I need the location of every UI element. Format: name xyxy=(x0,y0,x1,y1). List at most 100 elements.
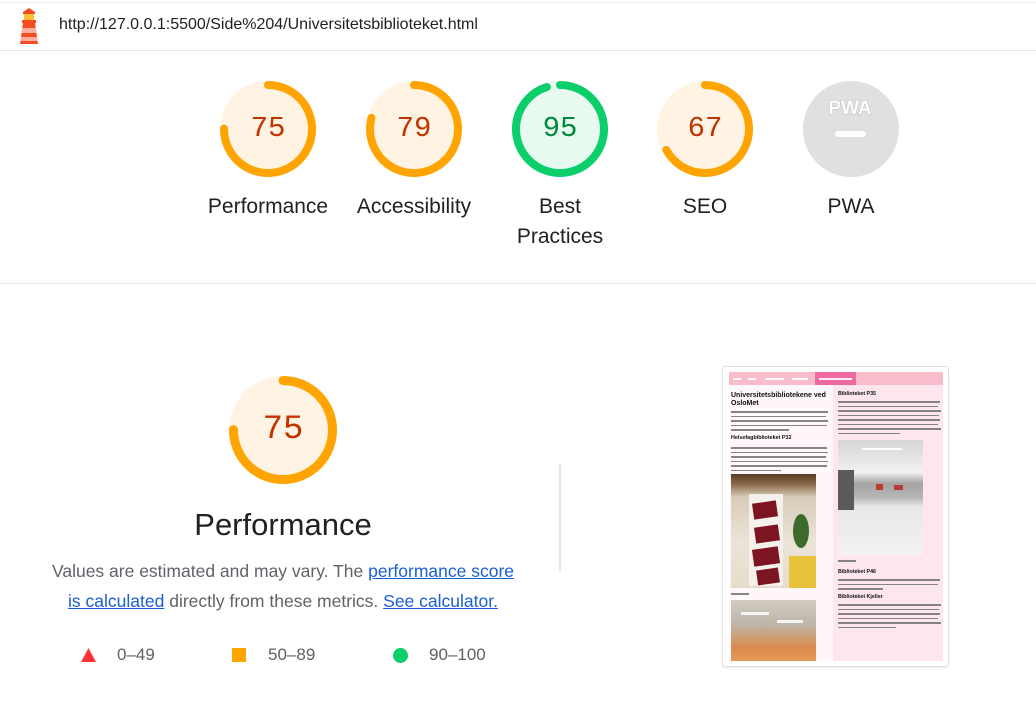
screenshot-text-line xyxy=(731,456,826,458)
gauge-score: 75 xyxy=(250,112,286,145)
gauge-label: SEO xyxy=(682,195,728,218)
gauge-score: 95 xyxy=(542,112,578,145)
screenshot-nav-item-active xyxy=(815,372,856,385)
pwa-badge-text: PWA xyxy=(828,98,872,119)
screenshot-text-line xyxy=(838,626,896,628)
screenshot-text-line xyxy=(838,401,940,403)
photo-shelf xyxy=(838,470,854,510)
average-square-icon xyxy=(232,648,246,662)
screenshot-nav-item xyxy=(765,377,784,380)
gauge-seo[interactable]: 67 SEO xyxy=(632,81,778,253)
screenshot-text-line xyxy=(731,429,789,431)
link-text: performance score xyxy=(368,561,515,581)
screenshot-text-line xyxy=(838,617,938,619)
gauge-ring-wrap: PWA xyxy=(803,81,899,177)
screenshot-heading-p32: Helsefagbiblioteket P32 xyxy=(731,435,792,441)
screenshot-heading-p35: Biblioteket P35 xyxy=(838,391,876,397)
screenshot-text-line xyxy=(838,419,940,421)
performance-title: Performance xyxy=(194,507,372,542)
final-screenshot-thumbnail[interactable]: Universitetsbibliotekene ved OsloMet Hel… xyxy=(722,366,949,667)
see-calculator-link[interactable]: See calculator. xyxy=(383,591,498,611)
screenshot-text-line xyxy=(838,423,938,425)
photo-book xyxy=(752,500,778,520)
performance-score: 75 xyxy=(262,411,304,449)
legend-range-fail: 0–49 xyxy=(117,645,155,664)
photo-wall xyxy=(789,556,816,588)
gauge-performance[interactable]: 75 Performance xyxy=(195,81,341,253)
gauge-label: Accessibility xyxy=(356,195,472,218)
screenshot-text-line xyxy=(838,405,938,407)
gauge-best-practices[interactable]: 95 Best Practices xyxy=(487,81,633,253)
screenshot-nav-item xyxy=(748,377,756,380)
gauge-ring-wrap: 79 xyxy=(366,81,462,177)
fail-triangle-icon xyxy=(81,648,96,662)
gauge-pwa[interactable]: PWA PWA xyxy=(778,81,924,253)
photo-light xyxy=(741,612,769,615)
performance-gauge[interactable]: 75 xyxy=(229,376,337,484)
screenshot-text-line xyxy=(731,469,781,471)
screenshot-text-line xyxy=(838,579,940,581)
screenshot-nav-item-label xyxy=(819,377,852,380)
screenshot-nav-item xyxy=(733,377,741,380)
screenshot-page: Universitetsbibliotekene ved OsloMet Hel… xyxy=(729,372,943,661)
screenshot-text-line xyxy=(731,460,828,462)
pass-circle-icon xyxy=(393,648,408,663)
legend-range-average: 50–89 xyxy=(268,645,316,664)
screenshot-text-line xyxy=(731,447,827,449)
screenshot-text-line xyxy=(731,411,828,413)
report-header: http://127.0.0.1:5500/Side%204/Universit… xyxy=(0,2,1036,51)
photo-book xyxy=(751,546,781,567)
photo-plant xyxy=(793,514,809,548)
description-text: Values are estimated and may vary. The xyxy=(51,561,369,581)
gauge-score: 79 xyxy=(396,112,432,145)
screenshot-text-line xyxy=(838,604,941,606)
screenshot-text-line xyxy=(838,414,939,416)
screenshot-text-line xyxy=(731,451,828,453)
photo-light xyxy=(777,620,803,623)
pwa-na-dash xyxy=(835,131,866,137)
screenshot-text-line xyxy=(731,415,826,417)
lighthouse-icon xyxy=(20,8,38,44)
gauge-ring-wrap: 75 xyxy=(220,81,316,177)
screenshot-text-line xyxy=(838,428,941,430)
screenshot-page-title: Universitetsbibliotekene ved OsloMet xyxy=(731,392,826,407)
screenshot-text-line xyxy=(838,608,939,610)
section-divider xyxy=(559,463,561,571)
screenshot-text-line xyxy=(838,588,883,590)
screenshot-photo-books xyxy=(731,474,816,588)
screenshot-text-line xyxy=(838,583,938,585)
gauge-label: PWA xyxy=(827,195,875,218)
screenshot-photo-library-interior xyxy=(838,440,923,555)
photo-item xyxy=(894,485,903,490)
screenshot-text-line xyxy=(731,593,749,595)
screenshot-heading-p46: Biblioteket P46 xyxy=(838,569,876,575)
screenshot-text-line xyxy=(731,420,828,422)
description-text: directly from these metrics. xyxy=(164,591,384,611)
screenshot-text-line xyxy=(838,560,856,562)
link-text: is calculated xyxy=(68,591,165,611)
screenshot-text-line xyxy=(838,613,940,615)
photo-book xyxy=(754,524,780,544)
gauge-label: Performance xyxy=(207,195,329,218)
photo-book xyxy=(756,567,780,586)
photo-item xyxy=(876,484,883,490)
photo-light xyxy=(862,448,902,450)
screenshot-text-line xyxy=(838,622,941,624)
gauge-label: Best Practices xyxy=(516,195,604,248)
summary-divider xyxy=(0,283,1036,284)
gauge-ring-wrap: 67 xyxy=(657,81,753,177)
legend-range-pass: 90–100 xyxy=(429,645,486,664)
screenshot-text-line xyxy=(838,410,941,412)
audited-url-link[interactable]: http://127.0.0.1:5500/Side%204/Universit… xyxy=(59,15,478,35)
screenshot-text-line xyxy=(838,432,900,434)
gauge-score: 67 xyxy=(687,112,723,145)
screenshot-heading-kjeller: Biblioteket Kjeller xyxy=(838,594,883,600)
screenshot-text-line xyxy=(731,465,827,467)
performance-description: Values are estimated and may vary. The p… xyxy=(33,556,533,616)
screenshot-nav-bar xyxy=(729,372,943,385)
screenshot-text-line xyxy=(731,424,827,426)
gauge-ring-wrap: 95 xyxy=(512,81,608,177)
screenshot-photo-library-ceiling xyxy=(731,600,816,661)
gauge-accessibility[interactable]: 79 Accessibility xyxy=(341,81,487,253)
screenshot-nav-item xyxy=(792,377,808,380)
